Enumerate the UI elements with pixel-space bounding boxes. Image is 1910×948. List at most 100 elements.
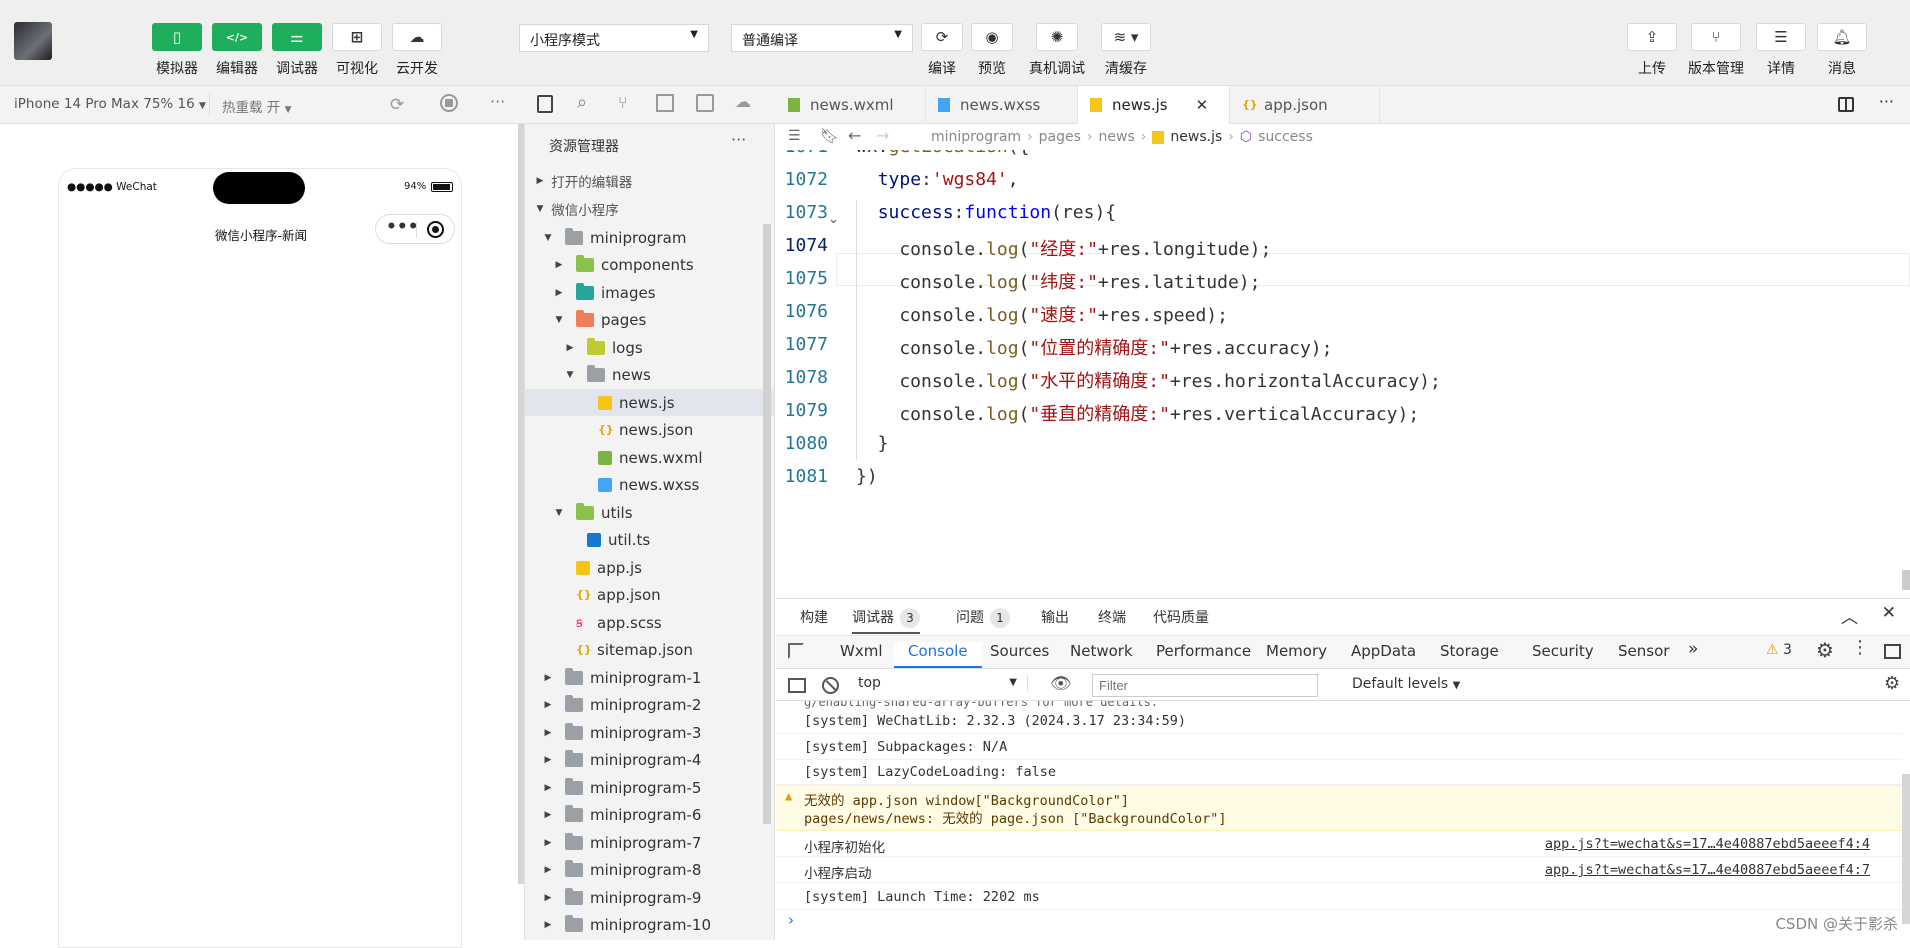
hot-reload-toggle[interactable]: 热重载 开 ▼ [222,96,292,116]
editor-tab[interactable]: {} app.json [1230,86,1380,124]
tree-folder[interactable]: ▶ images [525,279,774,306]
devtools-tab-sources[interactable]: Sources [990,642,1049,660]
code-line[interactable]: console.log("位置的精确度:"+res.accuracy); [856,334,1332,360]
tree-folder[interactable]: ▶ miniprogram-8 [525,857,774,884]
more-icon[interactable]: ··· [490,92,505,111]
editor-tab[interactable]: news.js ✕ [1078,86,1230,124]
layout-toolbar-button[interactable]: ⊞ [332,23,382,51]
breadcrumb-item[interactable]: news [1099,129,1135,145]
back-arrow-icon[interactable]: ← [848,126,861,145]
devtools-tab-sensor[interactable]: Sensor [1618,642,1669,660]
devtools-tab-wxml[interactable]: Wxml [840,642,883,660]
tree-folder[interactable]: ▼ utils [525,499,774,526]
devtools-tab-appdata[interactable]: AppData [1351,642,1416,660]
tree-file[interactable]: app.js [525,554,774,581]
debug-sliders-toolbar-button[interactable]: ⚌ [272,23,322,51]
branch-toolbar-button[interactable]: ⑂ [1691,23,1741,51]
bell-toolbar-button[interactable]: 🔔︎ [1817,23,1867,51]
tree-file[interactable]: {} news.json [525,417,774,444]
tree-folder[interactable]: ▶ logs [525,334,774,361]
tree-folder[interactable]: ▶ miniprogram-3 [525,719,774,746]
git-icon[interactable]: ⑂ [618,93,628,112]
devtools-tab-storage[interactable]: Storage [1440,642,1499,660]
code-line[interactable]: type:'wgs84', [856,169,1019,190]
tree-folder[interactable]: ▶ miniprogram-2 [525,692,774,719]
breadcrumb-item[interactable]: news.js [1170,129,1222,145]
panel-tab[interactable]: 问题 1 [956,607,1010,628]
extensions-icon[interactable] [656,94,674,112]
tree-folder[interactable]: ▶ components [525,252,774,279]
tree-folder[interactable]: ▼ miniprogram [525,224,774,251]
open-editors-section[interactable]: ▶ 打开的编辑器 [525,167,774,194]
code-line[interactable]: console.log("经度:"+res.longitude); [856,235,1271,261]
code-line[interactable]: wx.getLocation({ [856,150,1029,157]
code-line[interactable]: console.log("纬度:"+res.latitude); [856,268,1260,294]
console-scrollbar[interactable] [1902,774,1910,924]
tree-folder[interactable]: ▶ miniprogram-4 [525,747,774,774]
bookmark-icon[interactable]: 🔖︎ [820,127,839,145]
terminal-icon[interactable] [696,94,714,112]
fold-arrow-icon[interactable]: ⌄ [828,212,839,227]
search-icon[interactable]: ⌕ [577,92,587,113]
panel-tab[interactable]: 调试器 3 [852,607,920,634]
close-icon[interactable]: ✕ [1196,96,1209,114]
console-filter-input[interactable] [1092,674,1318,697]
log-levels-select[interactable]: Default levels ▼ [1352,676,1460,692]
breadcrumb-item[interactable]: success [1258,129,1313,145]
console-settings-icon[interactable]: ⚙ [1884,673,1900,694]
panel-tab[interactable]: 代码质量 [1153,607,1209,627]
editor-tab[interactable]: news.wxml [776,86,926,124]
close-app-icon[interactable] [427,221,444,238]
tree-file[interactable]: {} sitemap.json [525,637,774,664]
console-prompt-icon[interactable]: › [788,911,794,929]
list-icon[interactable]: ☰ [788,128,801,144]
editor-tab[interactable]: news.wxss [926,86,1078,124]
source-link[interactable]: app.js?t=wechat&s=17…4e40887ebd5aeeef4:7 [1545,862,1870,878]
tree-file[interactable]: {} app.json [525,582,774,609]
explorer-more-icon[interactable]: ··· [731,130,746,149]
context-select[interactable]: top ▼ [858,675,1028,691]
more-icon[interactable]: ⋮ [1851,637,1869,658]
tree-folder[interactable]: ▶ miniprogram-1 [525,664,774,691]
refresh-toolbar-button[interactable]: ⟳ [921,23,963,51]
inspect-icon[interactable] [788,643,804,659]
code-line[interactable]: }) [856,466,878,487]
tree-folder[interactable]: ▶ miniprogram-7 [525,829,774,856]
tree-folder[interactable]: ▼ pages [525,307,774,334]
compile-select[interactable]: 普通编译 ▼ [731,24,913,52]
more-icon[interactable]: ··· [1879,92,1894,111]
tree-folder[interactable]: ▶ miniprogram-6 [525,802,774,829]
editor-scrollbar[interactable] [1902,570,1910,590]
project-section[interactable]: ▼ 微信小程序 [525,195,774,222]
sidebar-toggle-icon[interactable] [788,678,806,693]
bug-toolbar-button[interactable]: ✺ [1036,23,1078,51]
code-editor[interactable]: ⌄ 1071 wx.getLocation({1072 type:'wgs84',… [776,150,1910,598]
files-icon[interactable] [537,95,553,113]
simulator-scrollbar[interactable] [518,124,524,884]
restart-icon[interactable]: ⟳ [390,95,404,115]
tree-file[interactable]: ꞩ app.scss [525,609,774,636]
avatar[interactable] [14,22,52,60]
capsule-menu[interactable]: ••• [375,214,455,244]
phone-toolbar-button[interactable]: ▯ [152,23,202,51]
undock-icon[interactable] [1884,644,1901,659]
tree-folder[interactable]: ▶ miniprogram-5 [525,774,774,801]
devtools-tab-console[interactable]: Console [894,642,982,668]
collapse-panel-icon[interactable]: ︿ [1841,603,1858,628]
eye-toolbar-button[interactable]: ◉ [971,23,1013,51]
panel-tab[interactable]: 输出 [1041,607,1069,627]
settings-gear-icon[interactable]: ⚙ [1816,638,1834,662]
cloud-toolbar-button[interactable]: ☁ [392,23,442,51]
panel-tab[interactable]: 构建 [800,607,828,627]
more-tabs-icon[interactable]: » [1688,639,1698,659]
menu-toolbar-button[interactable]: ☰ [1756,23,1806,51]
devtools-tab-security[interactable]: Security [1532,642,1594,660]
clear-console-icon[interactable] [822,677,839,694]
devtools-tab-performance[interactable]: Performance [1156,642,1251,660]
breadcrumb-item[interactable]: miniprogram [931,129,1021,145]
mode-select[interactable]: 小程序模式 ▼ [519,24,709,52]
tree-file[interactable]: news.js [525,389,774,416]
devtools-tab-memory[interactable]: Memory [1266,642,1327,660]
tree-folder[interactable]: ▶ miniprogram-10 [525,912,774,939]
panel-tab[interactable]: 终端 [1098,607,1126,627]
